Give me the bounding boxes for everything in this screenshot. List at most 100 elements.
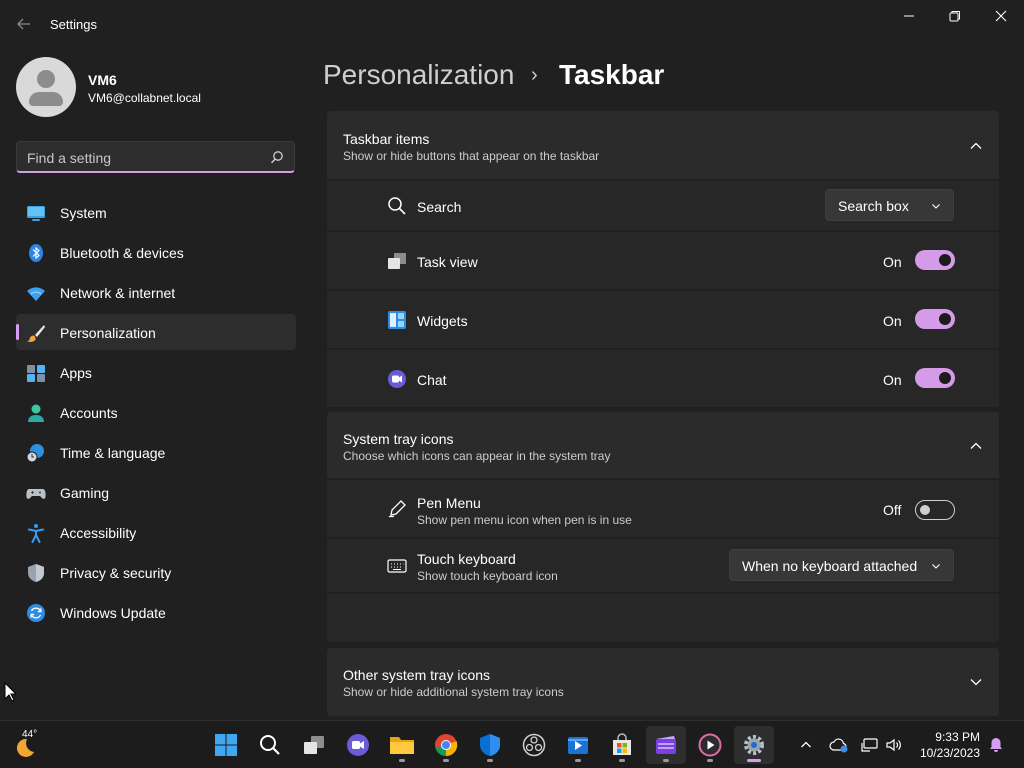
chat-label: Chat xyxy=(417,372,447,388)
avatar[interactable] xyxy=(16,57,76,117)
sidebar-item-bluetooth[interactable]: Bluetooth & devices xyxy=(16,234,296,270)
breadcrumb-parent[interactable]: Personalization xyxy=(323,59,514,91)
sidebar-item-label: Network & internet xyxy=(60,285,176,301)
task-view-toggle[interactable] xyxy=(915,250,955,270)
sidebar-item-label: Personalization xyxy=(60,325,156,341)
sidebar-item-label: Accounts xyxy=(60,405,118,421)
search-row: Search Search box xyxy=(327,181,999,230)
taskbar-task-view-button[interactable] xyxy=(294,726,334,764)
widgets-label: Widgets xyxy=(417,313,468,329)
section-subtitle: Choose which icons can appear in the sys… xyxy=(343,449,611,463)
sidebar-item-accounts[interactable]: Accounts xyxy=(16,394,296,430)
back-button[interactable] xyxy=(10,12,38,36)
taskbar-settings[interactable] xyxy=(734,726,774,764)
network-tray-icon[interactable] xyxy=(858,721,882,768)
taskbar-file-explorer[interactable] xyxy=(382,726,422,764)
notifications-button[interactable] xyxy=(984,721,1008,768)
ethernet-icon xyxy=(861,738,878,752)
page-title: Taskbar xyxy=(559,59,665,90)
arrow-left-icon xyxy=(17,18,30,30)
sidebar-item-apps[interactable]: Apps xyxy=(16,354,296,390)
onedrive-tray-icon[interactable] xyxy=(826,721,852,768)
system-tray-icons-header[interactable]: System tray icons Choose which icons can… xyxy=(327,412,999,478)
chevron-down-icon xyxy=(932,204,940,209)
person-icon xyxy=(28,404,44,422)
pen-icon xyxy=(388,500,406,518)
globe-clock-icon xyxy=(26,444,44,463)
volume-tray-icon[interactable] xyxy=(882,721,906,768)
other-tray-icons-header[interactable]: Other system tray icons Show or hide add… xyxy=(327,648,999,716)
shield-icon xyxy=(28,564,44,582)
section-subtitle: Show or hide buttons that appear on the … xyxy=(343,149,600,163)
taskbar-chat-button[interactable] xyxy=(338,726,378,764)
clock-time[interactable]: 9:33 PM xyxy=(916,730,980,744)
sidebar-item-label: Windows Update xyxy=(60,605,166,621)
obs-icon xyxy=(522,733,546,757)
brush-icon xyxy=(27,325,45,342)
chevron-up-icon[interactable] xyxy=(969,139,983,153)
sidebar-item-gaming[interactable]: Gaming xyxy=(16,474,296,510)
taskbar-obs[interactable] xyxy=(514,726,554,764)
search-icon xyxy=(388,197,406,215)
sidebar-item-windows-update[interactable]: Windows Update xyxy=(16,594,296,630)
taskbar-items-header[interactable]: Taskbar items Show or hide buttons that … xyxy=(327,111,999,179)
sidebar-item-personalization[interactable]: Personalization xyxy=(16,314,296,350)
taskbar-microsoft-store[interactable] xyxy=(602,726,642,764)
sidebar-item-label: System xyxy=(60,205,107,221)
sidebar-item-time-language[interactable]: Time & language xyxy=(16,434,296,470)
widgets-row: Widgets On xyxy=(327,291,999,348)
clock-date[interactable]: 10/23/2023 xyxy=(912,746,980,760)
windows-logo-icon xyxy=(215,734,237,756)
taskbar-media-player[interactable] xyxy=(690,726,730,764)
store-icon xyxy=(613,733,631,755)
sidebar-item-accessibility[interactable]: Accessibility xyxy=(16,514,296,550)
taskbar-clipchamp[interactable] xyxy=(646,726,686,764)
search-icon[interactable] xyxy=(270,150,284,164)
sidebar-item-label: Time & language xyxy=(60,445,166,461)
chevron-down-icon[interactable] xyxy=(969,675,983,689)
chat-toggle[interactable] xyxy=(915,368,955,388)
chat-state: On xyxy=(883,372,902,388)
search-input[interactable] xyxy=(27,148,267,168)
sidebar-item-network[interactable]: Network & internet xyxy=(16,274,296,310)
windows-taskbar xyxy=(0,720,1024,768)
app-title: Settings xyxy=(50,17,97,32)
restore-button[interactable] xyxy=(932,0,978,32)
speaker-icon xyxy=(886,738,901,752)
chrome-icon xyxy=(435,734,458,757)
wifi-icon xyxy=(27,287,45,301)
cloud-icon xyxy=(829,738,848,753)
taskbar-defender[interactable] xyxy=(470,726,510,764)
gamepad-icon xyxy=(26,489,46,499)
start-button[interactable] xyxy=(206,726,246,764)
show-hidden-icons-button[interactable] xyxy=(794,721,818,768)
sidebar-nav: System Bluetooth & devices Network & int… xyxy=(16,194,296,634)
pen-menu-toggle[interactable] xyxy=(915,500,955,520)
search-mode-dropdown[interactable]: Search box xyxy=(825,189,954,221)
section-title: Other system tray icons xyxy=(343,667,491,683)
section-subtitle: Show or hide additional system tray icon… xyxy=(343,685,564,699)
user-email: VM6@collabnet.local xyxy=(88,91,201,105)
widgets-toggle[interactable] xyxy=(915,309,955,329)
video-app-icon xyxy=(568,737,588,754)
minimize-icon xyxy=(904,15,914,17)
apps-icon xyxy=(27,365,45,382)
search-icon xyxy=(260,735,280,755)
close-button[interactable] xyxy=(978,0,1024,32)
task-view-state: On xyxy=(883,254,902,270)
sidebar-item-system[interactable]: System xyxy=(16,194,296,230)
keyboard-icon xyxy=(387,559,407,573)
sidebar-item-privacy-security[interactable]: Privacy & security xyxy=(16,554,296,590)
taskbar-media-app[interactable] xyxy=(558,726,598,764)
pen-menu-label: Pen Menu xyxy=(417,495,481,511)
close-icon xyxy=(995,10,1007,22)
taskbar-chrome[interactable] xyxy=(426,726,466,764)
touch-keyboard-dropdown[interactable]: When no keyboard attached xyxy=(729,549,954,581)
taskbar-search-button[interactable] xyxy=(250,726,290,764)
search-box[interactable] xyxy=(16,141,295,173)
defender-shield-icon xyxy=(480,734,500,756)
chat-icon xyxy=(388,370,406,388)
task-view-row: Task view On xyxy=(327,232,999,289)
minimize-button[interactable] xyxy=(886,0,932,32)
chevron-up-icon[interactable] xyxy=(969,439,983,453)
